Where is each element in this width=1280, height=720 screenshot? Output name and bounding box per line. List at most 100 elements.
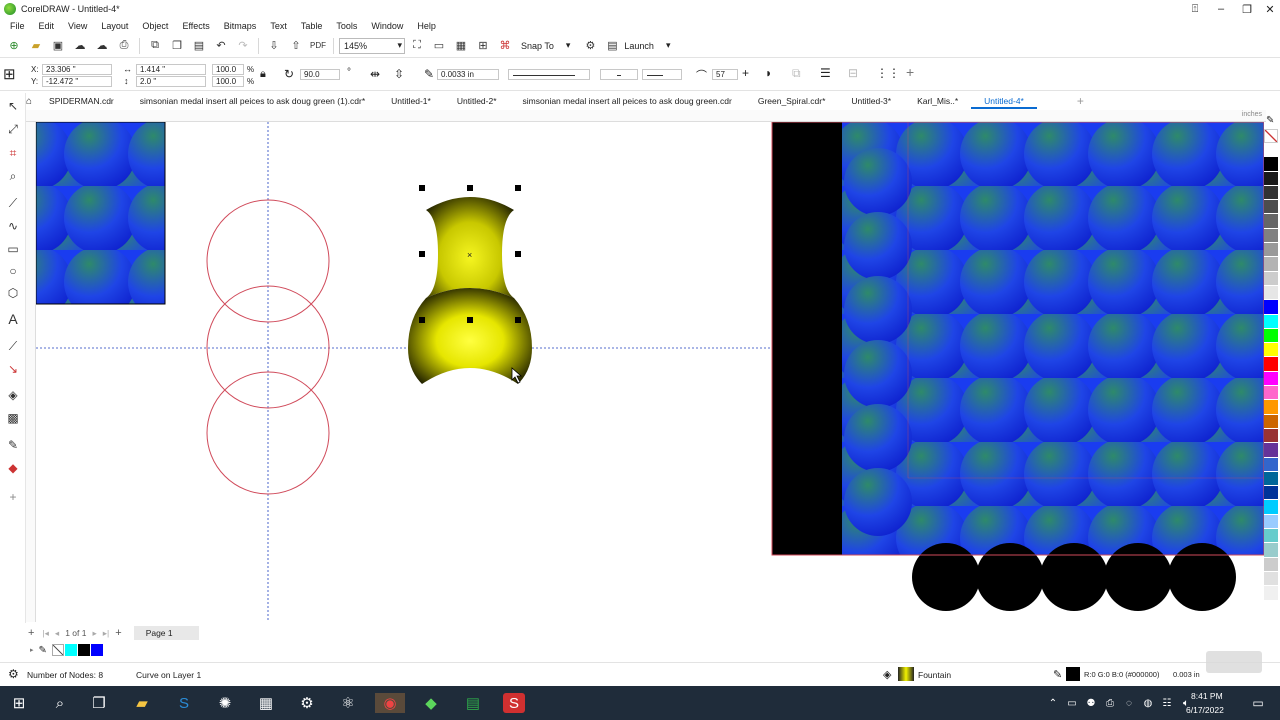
palette-swatch[interactable]: [1264, 414, 1278, 429]
break-apart-icon[interactable]: ⋮⋮: [876, 66, 900, 80]
save-icon[interactable]: ▣: [48, 37, 68, 55]
eyedropper-tool-icon[interactable]: ✎: [3, 435, 23, 455]
height-field[interactable]: 2.0 ": [136, 76, 206, 87]
polygon-tool-icon[interactable]: ⬡: [3, 283, 23, 303]
palette-swatch[interactable]: [1264, 285, 1278, 301]
palette-swatch[interactable]: [1264, 314, 1278, 329]
palette-swatch[interactable]: [1264, 257, 1278, 272]
outline-width-field[interactable]: 0.0033 in: [437, 69, 499, 80]
task-view-icon[interactable]: ❐: [88, 693, 110, 713]
scale-x-field[interactable]: 100.0: [212, 64, 244, 75]
fill-tool-icon[interactable]: ◆: [3, 458, 23, 478]
doc-eyedropper-icon[interactable]: ✎: [39, 645, 47, 656]
notifications-icon[interactable]: ▭: [1247, 693, 1269, 713]
artistic-media-icon[interactable]: ∿: [3, 216, 23, 236]
palette-swatch[interactable]: [1264, 243, 1278, 258]
full-screen-icon[interactable]: ▭: [429, 37, 449, 55]
palette-swatch[interactable]: [1264, 586, 1278, 601]
menu-bitmaps[interactable]: Bitmaps: [224, 21, 257, 31]
guidelines-icon[interactable]: ⊞: [473, 37, 493, 55]
drop-shadow-tool-icon[interactable]: ◈: [3, 385, 23, 405]
text-tool-icon[interactable]: A: [3, 309, 23, 329]
menu-table[interactable]: Table: [301, 21, 323, 31]
menu-help[interactable]: Help: [417, 21, 436, 31]
zoom-fit-icon[interactable]: ⛶: [407, 37, 427, 55]
swatch-cyan[interactable]: [64, 644, 77, 656]
palette-swatch[interactable]: [1264, 328, 1278, 344]
zoom-level-select[interactable]: 145%: [339, 37, 405, 54]
increase-icon[interactable]: +: [742, 66, 749, 80]
palette-swatch[interactable]: [1264, 400, 1278, 415]
settings-icon[interactable]: ⚙: [580, 37, 600, 55]
tab-simsonian[interactable]: simsonian medal insert all peices to ask…: [510, 93, 745, 109]
sign-in-icon[interactable]: ⍐: [1182, 0, 1208, 18]
scale-y-field[interactable]: 100.0: [212, 76, 244, 87]
palette-swatch[interactable]: [1264, 300, 1278, 315]
paste-icon[interactable]: ▤: [189, 37, 209, 55]
menu-effects[interactable]: Effects: [182, 21, 209, 31]
app-icon-8[interactable]: ⚛: [337, 693, 359, 713]
app-icon-5[interactable]: ✺: [214, 693, 236, 713]
palette-swatch[interactable]: [1264, 157, 1278, 172]
line-style-select[interactable]: [508, 69, 590, 80]
skype-icon[interactable]: S: [173, 693, 195, 713]
palette-swatch[interactable]: [1264, 486, 1278, 501]
vertical-ruler[interactable]: [26, 122, 36, 622]
selected-fountain-shape[interactable]: [408, 197, 532, 384]
combine-icon[interactable]: ⊟: [848, 66, 858, 80]
tab-simsonian-1[interactable]: simsonian medal insert all peices to ask…: [127, 93, 378, 109]
snap-icon[interactable]: ⌘: [495, 37, 515, 55]
tab-green-spiral[interactable]: Green_Spiral.cdr*: [745, 93, 839, 109]
rectangle-tool-icon[interactable]: ▭: [3, 239, 23, 259]
swatch-none[interactable]: [51, 644, 64, 656]
snagit-icon[interactable]: S: [503, 693, 525, 713]
palette-swatch[interactable]: [1264, 357, 1278, 372]
cloud-save-icon[interactable]: ☁: [92, 37, 112, 55]
drawing-canvas[interactable]: ×: [36, 122, 1264, 622]
menu-layout[interactable]: Layout: [101, 21, 128, 31]
palette-swatch[interactable]: [1264, 457, 1278, 472]
menu-window[interactable]: Window: [371, 21, 403, 31]
palette-swatch[interactable]: [1264, 514, 1278, 530]
menu-view[interactable]: View: [68, 21, 87, 31]
tab-untitled-3[interactable]: Untitled-3*: [838, 93, 904, 109]
copy-icon[interactable]: ❐: [167, 37, 187, 55]
parallel-dimension-icon[interactable]: ⟋: [3, 336, 23, 356]
palette-swatch[interactable]: [1264, 557, 1278, 572]
transparency-tool-icon[interactable]: ▩: [3, 408, 23, 428]
new-tab-icon[interactable]: +: [1077, 94, 1084, 108]
object-origin-icon[interactable]: ⊞: [3, 65, 23, 85]
connector-tool-icon[interactable]: ↘: [3, 359, 23, 379]
page-tab[interactable]: Page 1: [133, 626, 199, 640]
pattern-thumbnail[interactable]: [36, 122, 166, 305]
add-page-start-icon[interactable]: +: [28, 627, 34, 639]
last-page-icon[interactable]: ▸|: [103, 628, 109, 639]
windows-start-icon[interactable]: ⊞: [8, 693, 30, 713]
horizontal-ruler[interactable]: inches: [26, 110, 1266, 122]
width-field[interactable]: 1.414 ": [136, 64, 206, 75]
next-page-icon[interactable]: ▸: [92, 628, 96, 639]
file-explorer-icon[interactable]: ▰: [131, 693, 153, 713]
mirror-vertical-icon[interactable]: ⇳: [394, 67, 404, 81]
palette-eyedropper-icon[interactable]: ✎: [1266, 115, 1274, 126]
export-icon[interactable]: ⇧: [286, 37, 306, 55]
palette-swatch[interactable]: [1264, 386, 1278, 401]
cut-icon[interactable]: ⧉: [145, 37, 165, 55]
palette-swatch[interactable]: [1264, 171, 1278, 186]
arrange-icon[interactable]: ⧉: [792, 66, 801, 81]
expand-arrow-icon[interactable]: ▸: [30, 646, 34, 654]
pdf-icon[interactable]: PDF: [308, 37, 328, 55]
open-icon[interactable]: ▰: [26, 37, 46, 55]
freehand-tool-icon[interactable]: ⟋: [3, 193, 23, 213]
tab-untitled-2[interactable]: Untitled-2*: [444, 93, 510, 109]
tab-spiderman[interactable]: SPIDERMAN.cdr: [36, 93, 127, 109]
start-arrow-select[interactable]: [600, 69, 638, 80]
menu-object[interactable]: Object: [142, 21, 168, 31]
quick-customize-icon[interactable]: +: [3, 487, 23, 507]
app-icon-7[interactable]: ⚙: [296, 693, 318, 713]
search-icon[interactable]: ⌕: [49, 693, 71, 713]
chrome-icon[interactable]: ◉: [375, 693, 405, 713]
add-page-end-icon[interactable]: +: [115, 627, 121, 639]
lock-ratio-icon[interactable]: 🔒︎: [260, 68, 266, 81]
menu-edit[interactable]: Edit: [39, 21, 55, 31]
